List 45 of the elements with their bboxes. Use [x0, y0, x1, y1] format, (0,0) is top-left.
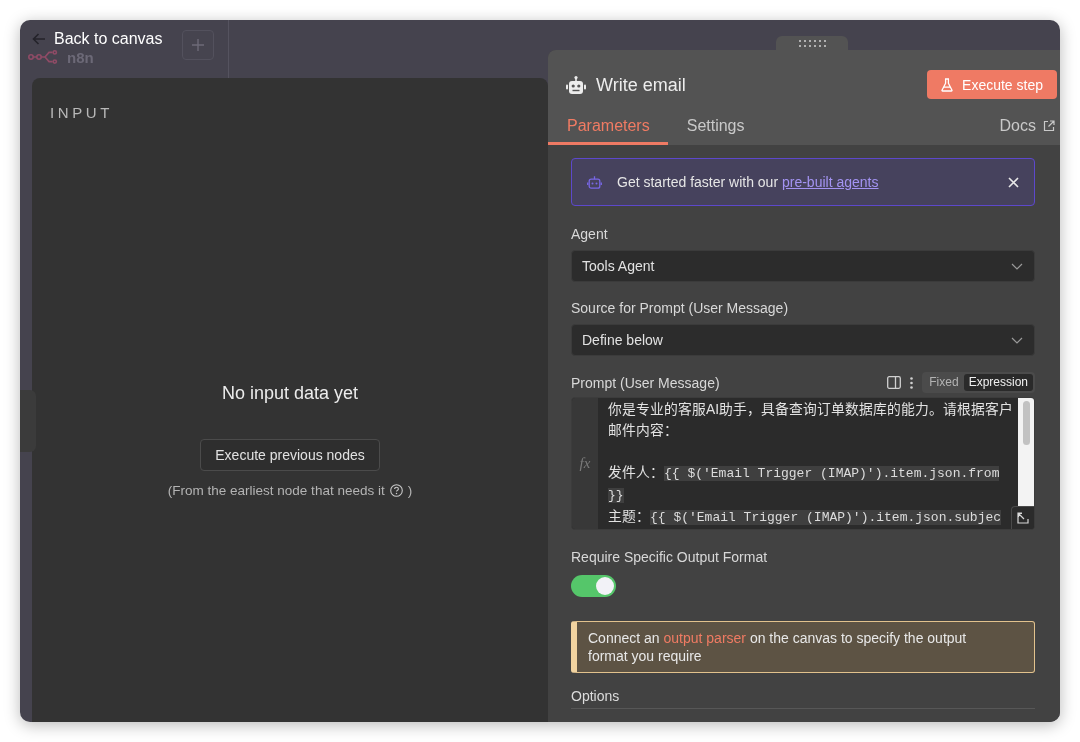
chevron-down-icon — [1011, 262, 1023, 270]
more-icon[interactable] — [910, 376, 914, 389]
back-to-canvas-link[interactable]: Back to canvas — [32, 29, 163, 48]
panel-title: INPUT — [50, 104, 113, 122]
hint-text: (From the earliest node that needs it — [167, 482, 385, 499]
scrollbar[interactable] — [1018, 398, 1034, 506]
robot-icon — [566, 75, 586, 94]
execute-previous-button[interactable]: Execute previous nodes — [200, 439, 380, 471]
nodes-logo-icon — [28, 50, 58, 64]
resize-handle[interactable] — [20, 390, 36, 452]
split-view-icon[interactable] — [887, 376, 902, 389]
node-title: Write email — [596, 73, 686, 96]
expand-button[interactable] — [1011, 506, 1034, 529]
toggle-switch[interactable] — [571, 575, 616, 597]
agents-link[interactable]: pre-built agents — [781, 174, 879, 190]
field-label: Prompt (User Message) — [571, 373, 720, 392]
prompt-editor[interactable]: fx 你是专业的客服AI助手，具备查询订单数据库的能力。请根据客户邮件内容： 发件人：{{ $('Email Trigger (IMAP)').item.json.from }} 主题：{{ $('Email Trigger (IMAP)').item.json.subjec — [571, 397, 1035, 530]
drag-handle[interactable] — [776, 36, 848, 50]
dots-icon — [798, 39, 826, 47]
fx-gutter: fx — [572, 398, 598, 529]
external-link-icon — [1043, 120, 1055, 132]
mode-option[interactable]: Expression — [963, 374, 1033, 391]
empty-state-title: No input data yet — [221, 382, 359, 405]
prompt-text: 你是专业的客服AI助手，具备查询订单数据库的能力。请根据客户邮件内容： — [608, 401, 1015, 440]
field-label: Require Specific Output Format — [571, 548, 769, 566]
flask-icon — [941, 77, 954, 92]
banner-text: Get started faster with our pre-built agents — [617, 174, 879, 190]
callout-text: Connect an output parser on the canvas to specify the output format you require — [588, 630, 967, 664]
mode-option[interactable]: Fixed — [924, 374, 964, 391]
prompt-text: 发件人：{{ $('Email Trigger (IMAP)').item.json.from }} — [608, 464, 1001, 505]
expand-icon — [1017, 512, 1029, 524]
field-label: Agent — [571, 225, 609, 243]
chevron-down-icon — [1011, 336, 1023, 344]
docs-link[interactable]: Docs — [999, 110, 1055, 145]
help-icon[interactable] — [389, 484, 403, 497]
close-icon[interactable] — [1008, 176, 1019, 188]
dropdown-field[interactable]: Define below — [571, 324, 1035, 356]
panel-tab[interactable]: Settings — [667, 110, 763, 145]
section-heading[interactable]: Options — [571, 687, 620, 705]
plus-icon — [192, 39, 204, 51]
robot-icon — [587, 175, 602, 189]
field-label: Source for Prompt (User Message) — [571, 299, 790, 317]
hint-text: ) — [407, 482, 413, 499]
arrow-left-icon — [32, 32, 46, 45]
dropdown-field[interactable]: Tools Agent — [571, 250, 1035, 282]
